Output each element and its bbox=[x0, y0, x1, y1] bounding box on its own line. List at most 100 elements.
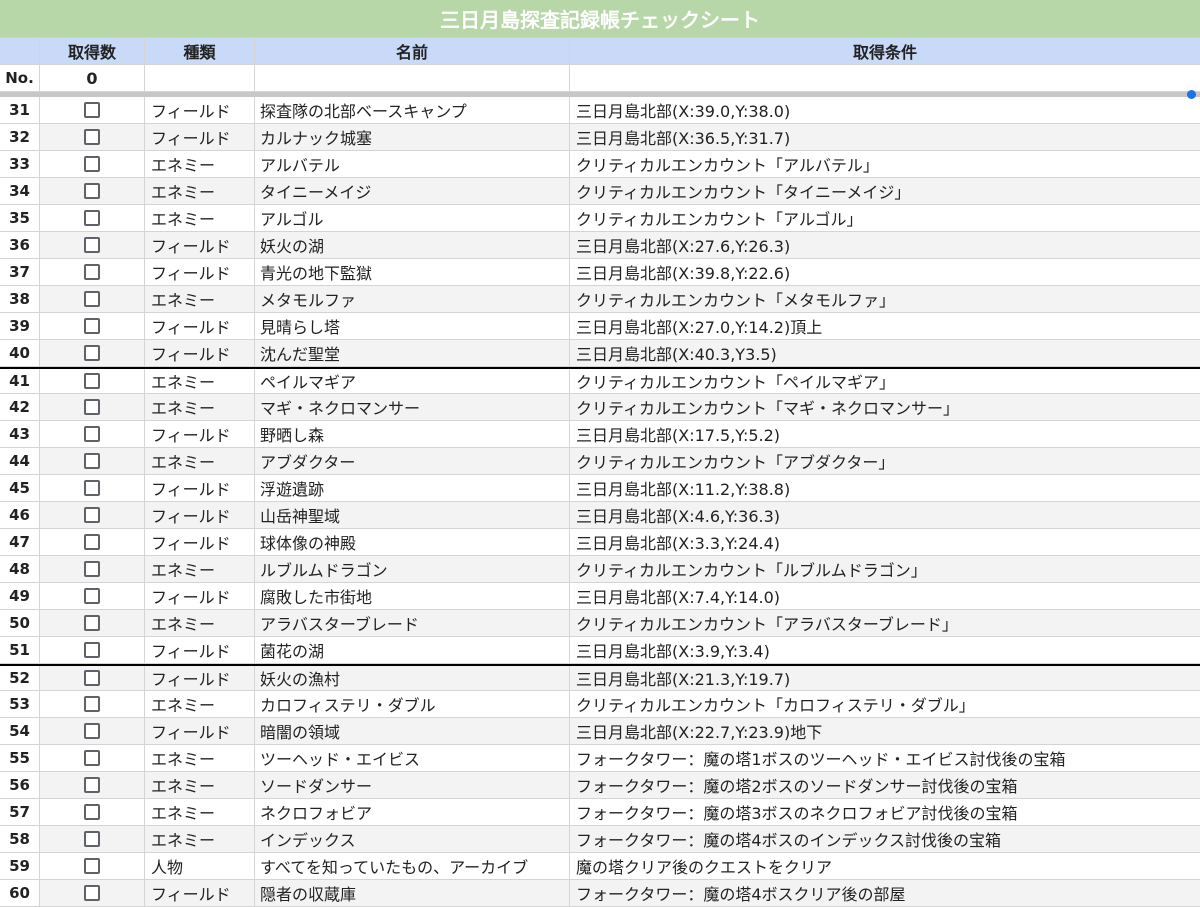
name-cell[interactable]: 見晴らし塔 bbox=[255, 313, 570, 340]
selection-handle-dot[interactable] bbox=[1187, 90, 1196, 99]
row-number[interactable]: 38 bbox=[0, 286, 40, 313]
name-cell[interactable]: ソードダンサー bbox=[255, 772, 570, 799]
checkbox-cell[interactable] bbox=[40, 313, 145, 340]
acquired-checkbox[interactable] bbox=[84, 831, 100, 847]
row-number[interactable]: 41 bbox=[0, 369, 40, 394]
header-type[interactable]: 種類 bbox=[145, 38, 255, 65]
acquired-checkbox[interactable] bbox=[84, 696, 100, 712]
summary-blank-name[interactable] bbox=[255, 65, 570, 92]
condition-cell[interactable]: クリティカルエンカウント「メタモルファ」 bbox=[570, 286, 1200, 313]
condition-cell[interactable]: フォークタワー：魔の塔4ボスのインデックス討伐後の宝箱 bbox=[570, 826, 1200, 853]
name-cell[interactable]: 浮遊遺跡 bbox=[255, 475, 570, 502]
checkbox-cell[interactable] bbox=[40, 178, 145, 205]
acquired-checkbox[interactable] bbox=[84, 534, 100, 550]
condition-cell[interactable]: 三日月島北部(X:4.6,Y:36.3) bbox=[570, 502, 1200, 529]
name-cell[interactable]: 沈んだ聖堂 bbox=[255, 340, 570, 367]
row-number[interactable]: 45 bbox=[0, 475, 40, 502]
row-number[interactable]: 49 bbox=[0, 583, 40, 610]
type-cell[interactable]: エネミー bbox=[145, 610, 255, 637]
checkbox-cell[interactable] bbox=[40, 475, 145, 502]
type-cell[interactable]: フィールド bbox=[145, 232, 255, 259]
header-condition[interactable]: 取得条件 bbox=[570, 38, 1200, 65]
no-label[interactable]: No. bbox=[0, 65, 40, 92]
name-cell[interactable]: カルナック城塞 bbox=[255, 124, 570, 151]
acquired-checkbox[interactable] bbox=[84, 858, 100, 874]
condition-cell[interactable]: フォークタワー：魔の塔1ボスのツーヘッド・エイビス討伐後の宝箱 bbox=[570, 745, 1200, 772]
condition-cell[interactable]: クリティカルエンカウント「ルブルムドラゴン」 bbox=[570, 556, 1200, 583]
condition-cell[interactable]: 三日月島北部(X:27.6,Y:26.3) bbox=[570, 232, 1200, 259]
name-cell[interactable]: アルゴル bbox=[255, 205, 570, 232]
name-cell[interactable]: ペイルマギア bbox=[255, 369, 570, 394]
checkbox-cell[interactable] bbox=[40, 691, 145, 718]
row-number[interactable]: 39 bbox=[0, 313, 40, 340]
acquired-checkbox[interactable] bbox=[84, 291, 100, 307]
checkbox-cell[interactable] bbox=[40, 340, 145, 367]
condition-cell[interactable]: クリティカルエンカウント「カロフィステリ・ダブル」 bbox=[570, 691, 1200, 718]
row-number[interactable]: 40 bbox=[0, 340, 40, 367]
row-number[interactable]: 35 bbox=[0, 205, 40, 232]
name-cell[interactable]: 野晒し森 bbox=[255, 421, 570, 448]
condition-cell[interactable]: 三日月島北部(X:39.8,Y:22.6) bbox=[570, 259, 1200, 286]
checkbox-cell[interactable] bbox=[40, 151, 145, 178]
type-cell[interactable]: 人物 bbox=[145, 853, 255, 880]
type-cell[interactable]: エネミー bbox=[145, 826, 255, 853]
checkbox-cell[interactable] bbox=[40, 529, 145, 556]
acquired-checkbox[interactable] bbox=[84, 885, 100, 901]
acquired-checkbox[interactable] bbox=[84, 615, 100, 631]
name-cell[interactable]: すべてを知っていたもの、アーカイブ bbox=[255, 853, 570, 880]
checkbox-cell[interactable] bbox=[40, 502, 145, 529]
checkbox-cell[interactable] bbox=[40, 666, 145, 691]
condition-cell[interactable]: 三日月島北部(X:40.3,Y3.5) bbox=[570, 340, 1200, 367]
acquired-checkbox[interactable] bbox=[84, 129, 100, 145]
acquired-checkbox[interactable] bbox=[84, 399, 100, 415]
type-cell[interactable]: エネミー bbox=[145, 745, 255, 772]
checkbox-cell[interactable] bbox=[40, 610, 145, 637]
row-number[interactable]: 44 bbox=[0, 448, 40, 475]
checkbox-cell[interactable] bbox=[40, 259, 145, 286]
row-number[interactable]: 58 bbox=[0, 826, 40, 853]
acquired-checkbox[interactable] bbox=[84, 183, 100, 199]
header-name[interactable]: 名前 bbox=[255, 38, 570, 65]
row-number[interactable]: 43 bbox=[0, 421, 40, 448]
type-cell[interactable]: フィールド bbox=[145, 259, 255, 286]
type-cell[interactable]: フィールド bbox=[145, 475, 255, 502]
type-cell[interactable]: フィールド bbox=[145, 583, 255, 610]
name-cell[interactable]: 妖火の漁村 bbox=[255, 666, 570, 691]
type-cell[interactable]: フィールド bbox=[145, 313, 255, 340]
acquired-checkbox[interactable] bbox=[84, 561, 100, 577]
condition-cell[interactable]: クリティカルエンカウント「アブダクター」 bbox=[570, 448, 1200, 475]
row-number[interactable]: 31 bbox=[0, 97, 40, 124]
summary-blank-type[interactable] bbox=[145, 65, 255, 92]
acquired-checkbox[interactable] bbox=[84, 318, 100, 334]
name-cell[interactable]: インデックス bbox=[255, 826, 570, 853]
name-cell[interactable]: ルブルムドラゴン bbox=[255, 556, 570, 583]
acquired-checkbox[interactable] bbox=[84, 264, 100, 280]
header-cell-blank[interactable] bbox=[0, 38, 40, 65]
condition-cell[interactable]: クリティカルエンカウント「アルバテル」 bbox=[570, 151, 1200, 178]
checkbox-cell[interactable] bbox=[40, 583, 145, 610]
row-number[interactable]: 53 bbox=[0, 691, 40, 718]
acquired-checkbox[interactable] bbox=[84, 453, 100, 469]
condition-cell[interactable]: 魔の塔クリア後のクエストをクリア bbox=[570, 853, 1200, 880]
acquired-checkbox[interactable] bbox=[84, 804, 100, 820]
type-cell[interactable]: フィールド bbox=[145, 124, 255, 151]
name-cell[interactable]: 探査隊の北部ベースキャンプ bbox=[255, 97, 570, 124]
acquired-checkbox[interactable] bbox=[84, 750, 100, 766]
type-cell[interactable]: エネミー bbox=[145, 369, 255, 394]
type-cell[interactable]: エネミー bbox=[145, 151, 255, 178]
type-cell[interactable]: エネミー bbox=[145, 178, 255, 205]
name-cell[interactable]: ネクロフォビア bbox=[255, 799, 570, 826]
name-cell[interactable]: マギ・ネクロマンサー bbox=[255, 394, 570, 421]
type-cell[interactable]: エネミー bbox=[145, 799, 255, 826]
type-cell[interactable]: フィールド bbox=[145, 529, 255, 556]
type-cell[interactable]: エネミー bbox=[145, 448, 255, 475]
condition-cell[interactable]: 三日月島北部(X:27.0,Y:14.2)頂上 bbox=[570, 313, 1200, 340]
condition-cell[interactable]: 三日月島北部(X:17.5,Y:5.2) bbox=[570, 421, 1200, 448]
row-number[interactable]: 52 bbox=[0, 666, 40, 691]
type-cell[interactable]: フィールド bbox=[145, 97, 255, 124]
acquired-checkbox[interactable] bbox=[84, 210, 100, 226]
type-cell[interactable]: フィールド bbox=[145, 637, 255, 664]
condition-cell[interactable]: フォークタワー：魔の塔3ボスのネクロフォビア討伐後の宝箱 bbox=[570, 799, 1200, 826]
row-number[interactable]: 42 bbox=[0, 394, 40, 421]
row-number[interactable]: 55 bbox=[0, 745, 40, 772]
